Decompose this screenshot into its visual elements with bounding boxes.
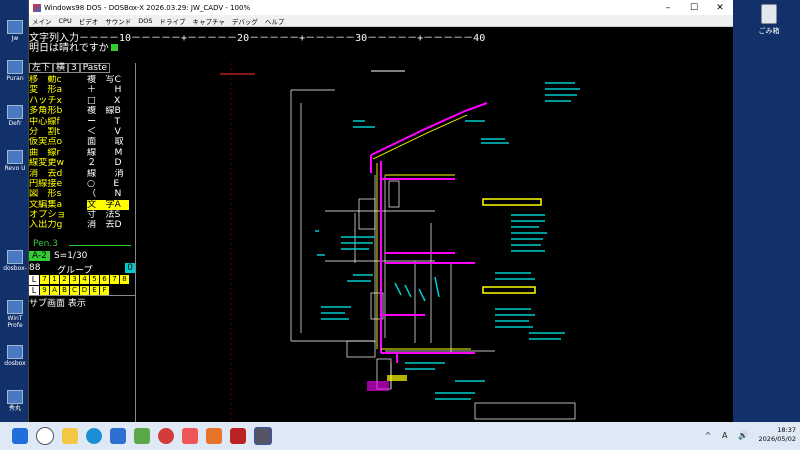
app-icon-4[interactable] <box>230 428 246 444</box>
building-section <box>290 89 576 420</box>
minimize-icon[interactable]: – <box>655 3 681 13</box>
close-icon[interactable]: ✕ <box>707 3 733 13</box>
title-bar[interactable]: Windows98 DOS - DOSBox-X 2026.03.29: JW_… <box>29 0 733 15</box>
menu-cpu[interactable]: CPU <box>59 17 72 25</box>
menu-drive[interactable]: ドライブ <box>159 16 185 26</box>
dosbox-taskbar-icon[interactable] <box>254 427 272 445</box>
cad-drawing-canvas[interactable] <box>135 63 733 424</box>
side-panel <box>29 63 136 424</box>
foundation-hatch <box>367 381 389 391</box>
desktop-icon-jw[interactable]: Jw <box>2 20 28 42</box>
menu-debug[interactable]: デバッグ <box>232 16 258 26</box>
clock-time: 18:37 <box>777 426 796 434</box>
clock-date: 2026/05/02 <box>758 435 796 443</box>
desktop-icon-defrag[interactable]: Defr <box>2 105 28 127</box>
clock[interactable]: 18:37 2026/05/02 <box>759 426 796 444</box>
taskbar: ^ A 🔊 18:37 2026/05/02 <box>0 422 800 450</box>
brave-browser-icon[interactable] <box>206 428 222 444</box>
dos-screen[interactable]: 文字列入力－－－－10－－－－－+－－－－－20－－－－－+－－－－－30－－－… <box>29 27 733 424</box>
desktop-icon-revo[interactable]: Revo U <box>2 150 28 172</box>
input-text: 明日は晴れですか <box>29 43 109 54</box>
file-explorer-icon[interactable] <box>62 428 78 444</box>
menu-dos[interactable]: DOS <box>138 17 152 25</box>
recycle-bin-icon[interactable]: ごみ箱 <box>752 2 786 36</box>
desktop-icon-puran[interactable]: Puran <box>2 60 28 82</box>
menu-video[interactable]: ビデオ <box>79 16 99 26</box>
text-input-line[interactable]: 明日は晴れですか <box>29 39 118 54</box>
system-tray-icons[interactable]: ^ A 🔊 <box>705 431 752 440</box>
insulation-lines <box>372 114 471 350</box>
menu-bar: メイン CPU ビデオ サウンド DOS ドライブ キャプチャ デバッグ ヘルプ <box>29 15 733 27</box>
maximize-icon[interactable]: ☐ <box>681 3 707 13</box>
footing-hatch <box>387 375 407 381</box>
desktop-icon-wint[interactable]: WinT Profe <box>2 300 28 329</box>
menu-capture[interactable]: キャプチャ <box>192 16 224 26</box>
app-icon-3[interactable] <box>182 428 198 444</box>
desktop-icon-dosbox[interactable]: dosbox- <box>2 250 28 272</box>
desktop-icon-dosbox2[interactable]: dosbox <box>2 345 28 367</box>
search-icon[interactable] <box>36 427 54 445</box>
app-icon-2[interactable] <box>158 428 174 444</box>
wall-lines <box>370 102 488 363</box>
text-cursor <box>110 44 118 51</box>
menu-help[interactable]: ヘルプ <box>265 16 285 26</box>
menu-main[interactable]: メイン <box>32 16 52 26</box>
dosbox-app-icon <box>33 3 41 12</box>
dosbox-window: Windows98 DOS - DOSBox-X 2026.03.29: JW_… <box>28 0 733 424</box>
edge-browser-icon[interactable] <box>86 428 102 444</box>
menu-sound[interactable]: サウンド <box>105 16 131 26</box>
store-icon[interactable] <box>110 428 126 444</box>
app-icon-1[interactable] <box>134 428 150 444</box>
window-title: Windows98 DOS - DOSBox-X 2026.03.29: JW_… <box>44 3 251 12</box>
windows-start-icon[interactable] <box>12 428 28 444</box>
desktop-icon-hidemaru[interactable]: 秀丸 <box>2 390 28 412</box>
